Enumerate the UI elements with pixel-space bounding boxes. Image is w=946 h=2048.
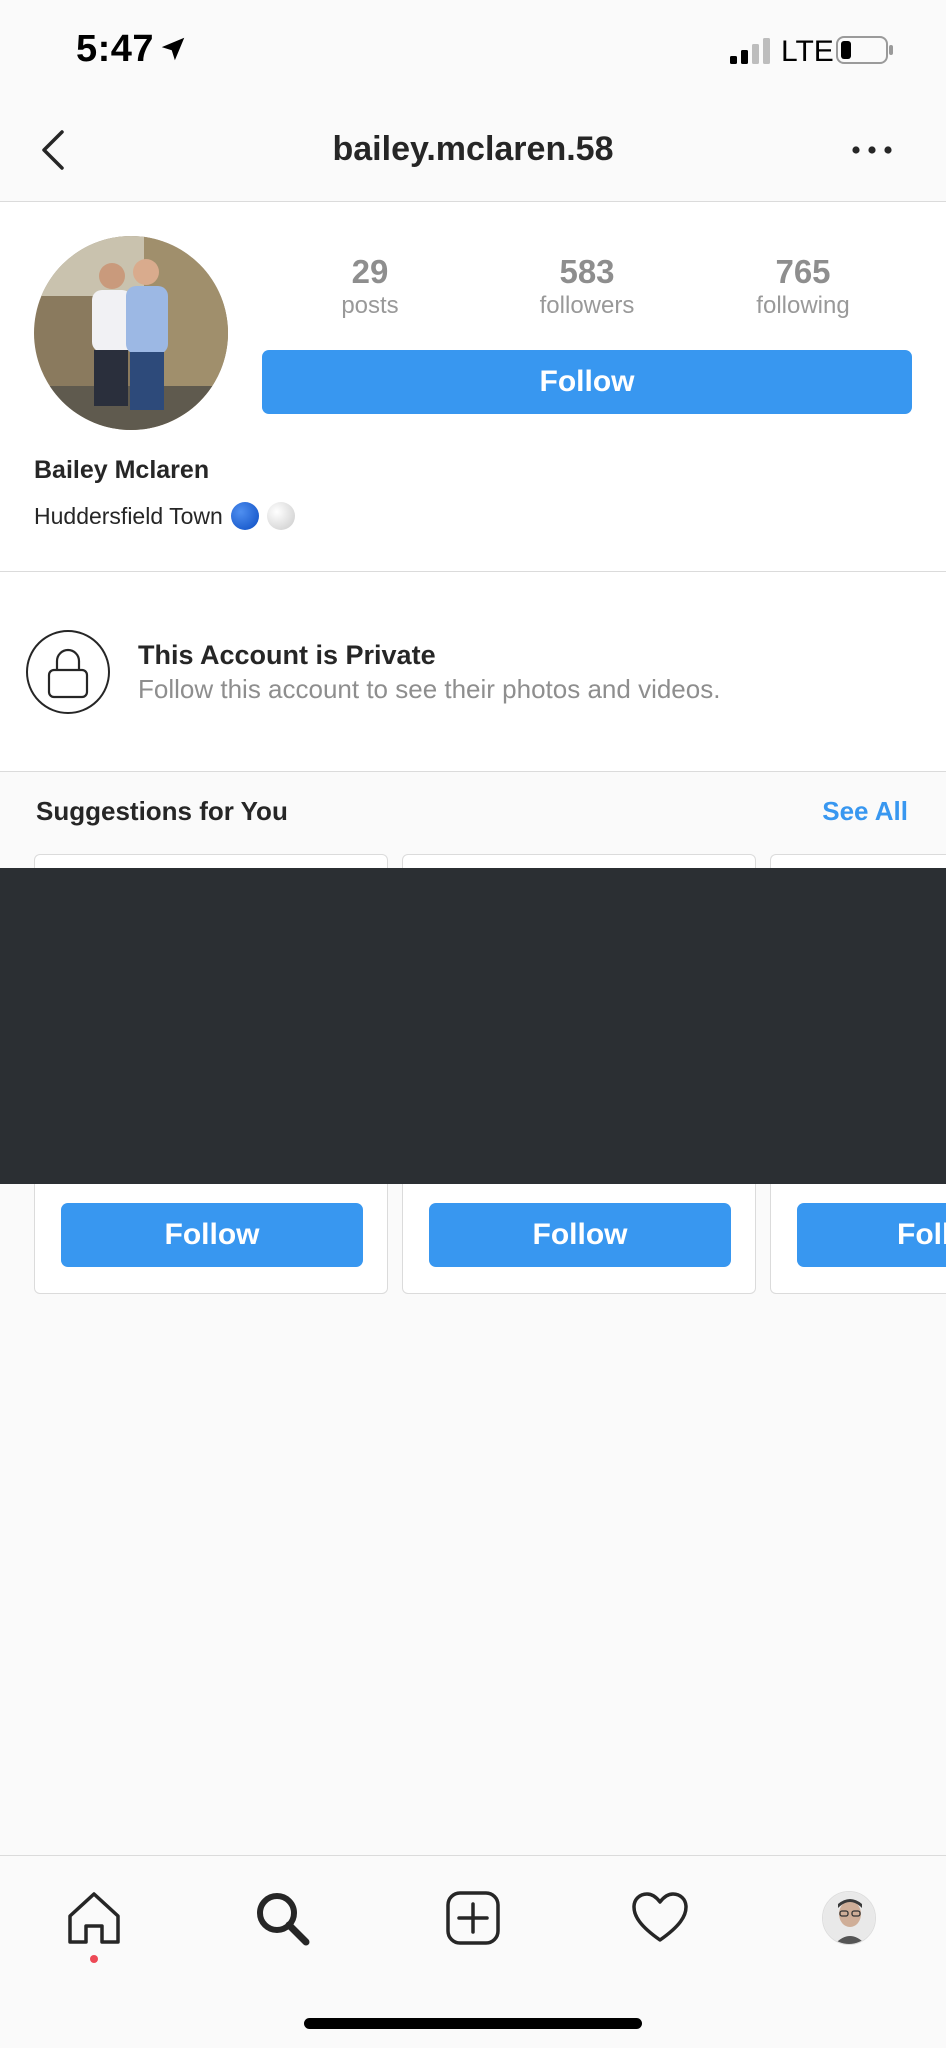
search-icon[interactable]: [252, 1888, 312, 1948]
status-bar: 5:47 LTE: [0, 0, 946, 100]
followers-label: followers: [539, 291, 635, 319]
home-icon[interactable]: [64, 1888, 124, 1948]
cellular-signal-icon: [730, 38, 770, 64]
private-account-notice: This Account is Private Follow this acco…: [0, 572, 946, 772]
see-all-link[interactable]: See All: [822, 796, 908, 827]
page-title: bailey.mclaren.58: [332, 130, 614, 168]
posts-label: posts: [341, 291, 399, 319]
carrier-label: LTE: [781, 35, 834, 68]
avatar-photo: [823, 1892, 875, 1944]
location-arrow-icon: [161, 37, 185, 61]
status-time: 5:47: [76, 28, 155, 70]
blue-circle-emoji: [230, 502, 259, 530]
suggestion-follow-button[interactable]: Follow: [797, 1203, 946, 1267]
profile-bio: Huddersfield Town: [34, 502, 295, 530]
posts-count: 29: [351, 253, 389, 290]
nav-header: bailey.mclaren.58: [0, 100, 946, 202]
home-indicator[interactable]: [304, 2018, 642, 2029]
white-circle-emoji: [266, 502, 295, 530]
suggestions-title: Suggestions for You: [36, 796, 288, 826]
follow-button[interactable]: Follow: [262, 350, 912, 414]
more-horizontal-icon[interactable]: [850, 140, 894, 160]
profile-photo: [34, 236, 228, 430]
notification-dot: [90, 1955, 98, 1963]
suggestion-follow-button[interactable]: Follow: [61, 1203, 363, 1267]
suggestion-follow-button[interactable]: Follow: [429, 1203, 731, 1267]
heart-icon[interactable]: [630, 1888, 690, 1948]
followers-count: 583: [559, 253, 615, 290]
private-title: This Account is Private: [138, 640, 436, 670]
lock-icon: [26, 630, 110, 714]
bio-text: Huddersfield Town: [34, 502, 223, 529]
stat-following[interactable]: 765 following: [723, 252, 883, 320]
battery-icon: [836, 36, 893, 64]
private-subtitle: Follow this account to see their photos …: [138, 674, 721, 704]
profile-avatar[interactable]: [34, 236, 228, 430]
profile-header: 29 posts 583 followers 765 following Fol…: [0, 202, 946, 572]
profile-full-name: Bailey Mclaren: [34, 456, 210, 484]
redaction-block: [0, 868, 946, 1184]
add-post-icon[interactable]: [443, 1888, 503, 1948]
stat-posts: 29 posts: [290, 252, 450, 320]
following-count: 765: [775, 253, 831, 290]
stat-followers[interactable]: 583 followers: [507, 252, 667, 320]
profile-tab-avatar[interactable]: [822, 1891, 876, 1945]
following-label: following: [756, 291, 850, 319]
